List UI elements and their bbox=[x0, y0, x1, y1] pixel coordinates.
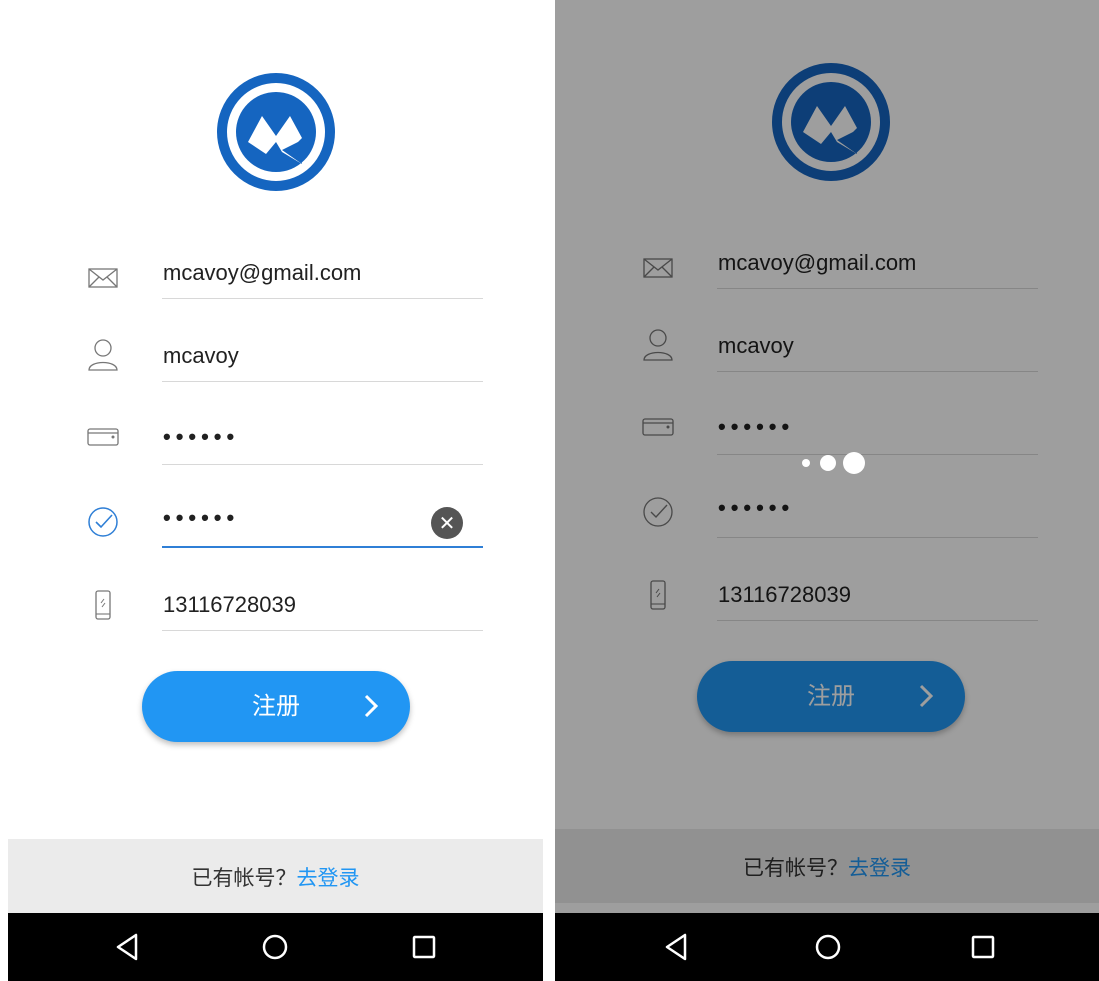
password-row: •••••• bbox=[0, 406, 543, 488]
loading-spinner-icon bbox=[800, 451, 880, 475]
back-triangle-icon[interactable] bbox=[661, 931, 693, 963]
username-underline bbox=[717, 371, 1038, 372]
username-row: mcavoy bbox=[0, 323, 543, 405]
email-underline bbox=[717, 288, 1038, 289]
app-logo-icon bbox=[217, 73, 335, 191]
confirm-password-row: •••••• ✕ bbox=[0, 489, 543, 571]
login-prompt: 已有帐号？ bbox=[743, 856, 848, 880]
email-underline bbox=[162, 298, 483, 299]
phone-icon bbox=[95, 590, 111, 620]
go-login-link[interactable]: 去登录 bbox=[848, 856, 911, 880]
user-icon bbox=[643, 329, 673, 361]
confirm-password-underline bbox=[717, 537, 1038, 538]
android-nav-bar bbox=[555, 913, 1099, 981]
envelope-icon bbox=[643, 258, 673, 278]
register-screen-editing: mcavoy@gmail.com mcavoy •••••• •••••• ✕ … bbox=[0, 0, 543, 981]
password-field[interactable]: •••••• bbox=[163, 424, 239, 450]
back-triangle-icon[interactable] bbox=[112, 931, 144, 963]
register-screen-loading: mcavoy@gmail.com mcavoy •••••• •••••• 13… bbox=[555, 0, 1099, 981]
user-icon bbox=[88, 339, 118, 371]
phone-underline bbox=[162, 630, 483, 631]
username-row: mcavoy bbox=[555, 313, 1099, 395]
username-underline bbox=[162, 381, 483, 382]
register-button[interactable]: 注册 bbox=[697, 661, 965, 732]
password-field[interactable]: •••••• bbox=[718, 414, 794, 440]
email-row: mcavoy@gmail.com bbox=[0, 240, 543, 322]
envelope-icon bbox=[88, 268, 118, 288]
chevron-right-icon bbox=[364, 694, 379, 718]
phone-row: 13116728039 bbox=[0, 572, 543, 654]
username-field[interactable]: mcavoy bbox=[718, 333, 794, 359]
login-footer: 已有帐号？去登录 bbox=[555, 829, 1099, 903]
login-prompt: 已有帐号？ bbox=[191, 866, 297, 890]
email-row: mcavoy@gmail.com bbox=[555, 230, 1099, 312]
password-card-icon bbox=[87, 428, 119, 446]
email-field[interactable]: mcavoy@gmail.com bbox=[163, 260, 361, 286]
email-field[interactable]: mcavoy@gmail.com bbox=[718, 250, 916, 276]
recents-square-icon[interactable] bbox=[408, 931, 440, 963]
confirm-check-icon bbox=[88, 507, 118, 537]
chevron-right-icon bbox=[919, 684, 934, 708]
phone-field[interactable]: 13116728039 bbox=[718, 582, 851, 608]
confirm-password-field[interactable]: •••••• bbox=[718, 495, 794, 521]
confirm-password-underline bbox=[162, 546, 483, 548]
username-field[interactable]: mcavoy bbox=[163, 343, 239, 369]
login-footer: 已有帐号？去登录 bbox=[8, 839, 543, 913]
go-login-link[interactable]: 去登录 bbox=[297, 866, 360, 890]
register-button[interactable]: 注册 bbox=[142, 671, 410, 742]
clear-input-icon[interactable]: ✕ bbox=[431, 507, 463, 539]
phone-icon bbox=[650, 580, 666, 610]
password-underline bbox=[162, 464, 483, 465]
app-logo-icon bbox=[772, 63, 890, 181]
recents-square-icon[interactable] bbox=[967, 931, 999, 963]
phone-row: 13116728039 bbox=[555, 562, 1099, 644]
home-circle-icon[interactable] bbox=[812, 931, 844, 963]
home-circle-icon[interactable] bbox=[259, 931, 291, 963]
confirm-check-icon bbox=[643, 497, 673, 527]
confirm-password-row: •••••• bbox=[555, 479, 1099, 561]
android-nav-bar bbox=[8, 913, 543, 981]
phone-underline bbox=[717, 620, 1038, 621]
password-card-icon bbox=[642, 418, 674, 436]
phone-field[interactable]: 13116728039 bbox=[163, 592, 296, 618]
confirm-password-field[interactable]: •••••• bbox=[163, 505, 239, 531]
